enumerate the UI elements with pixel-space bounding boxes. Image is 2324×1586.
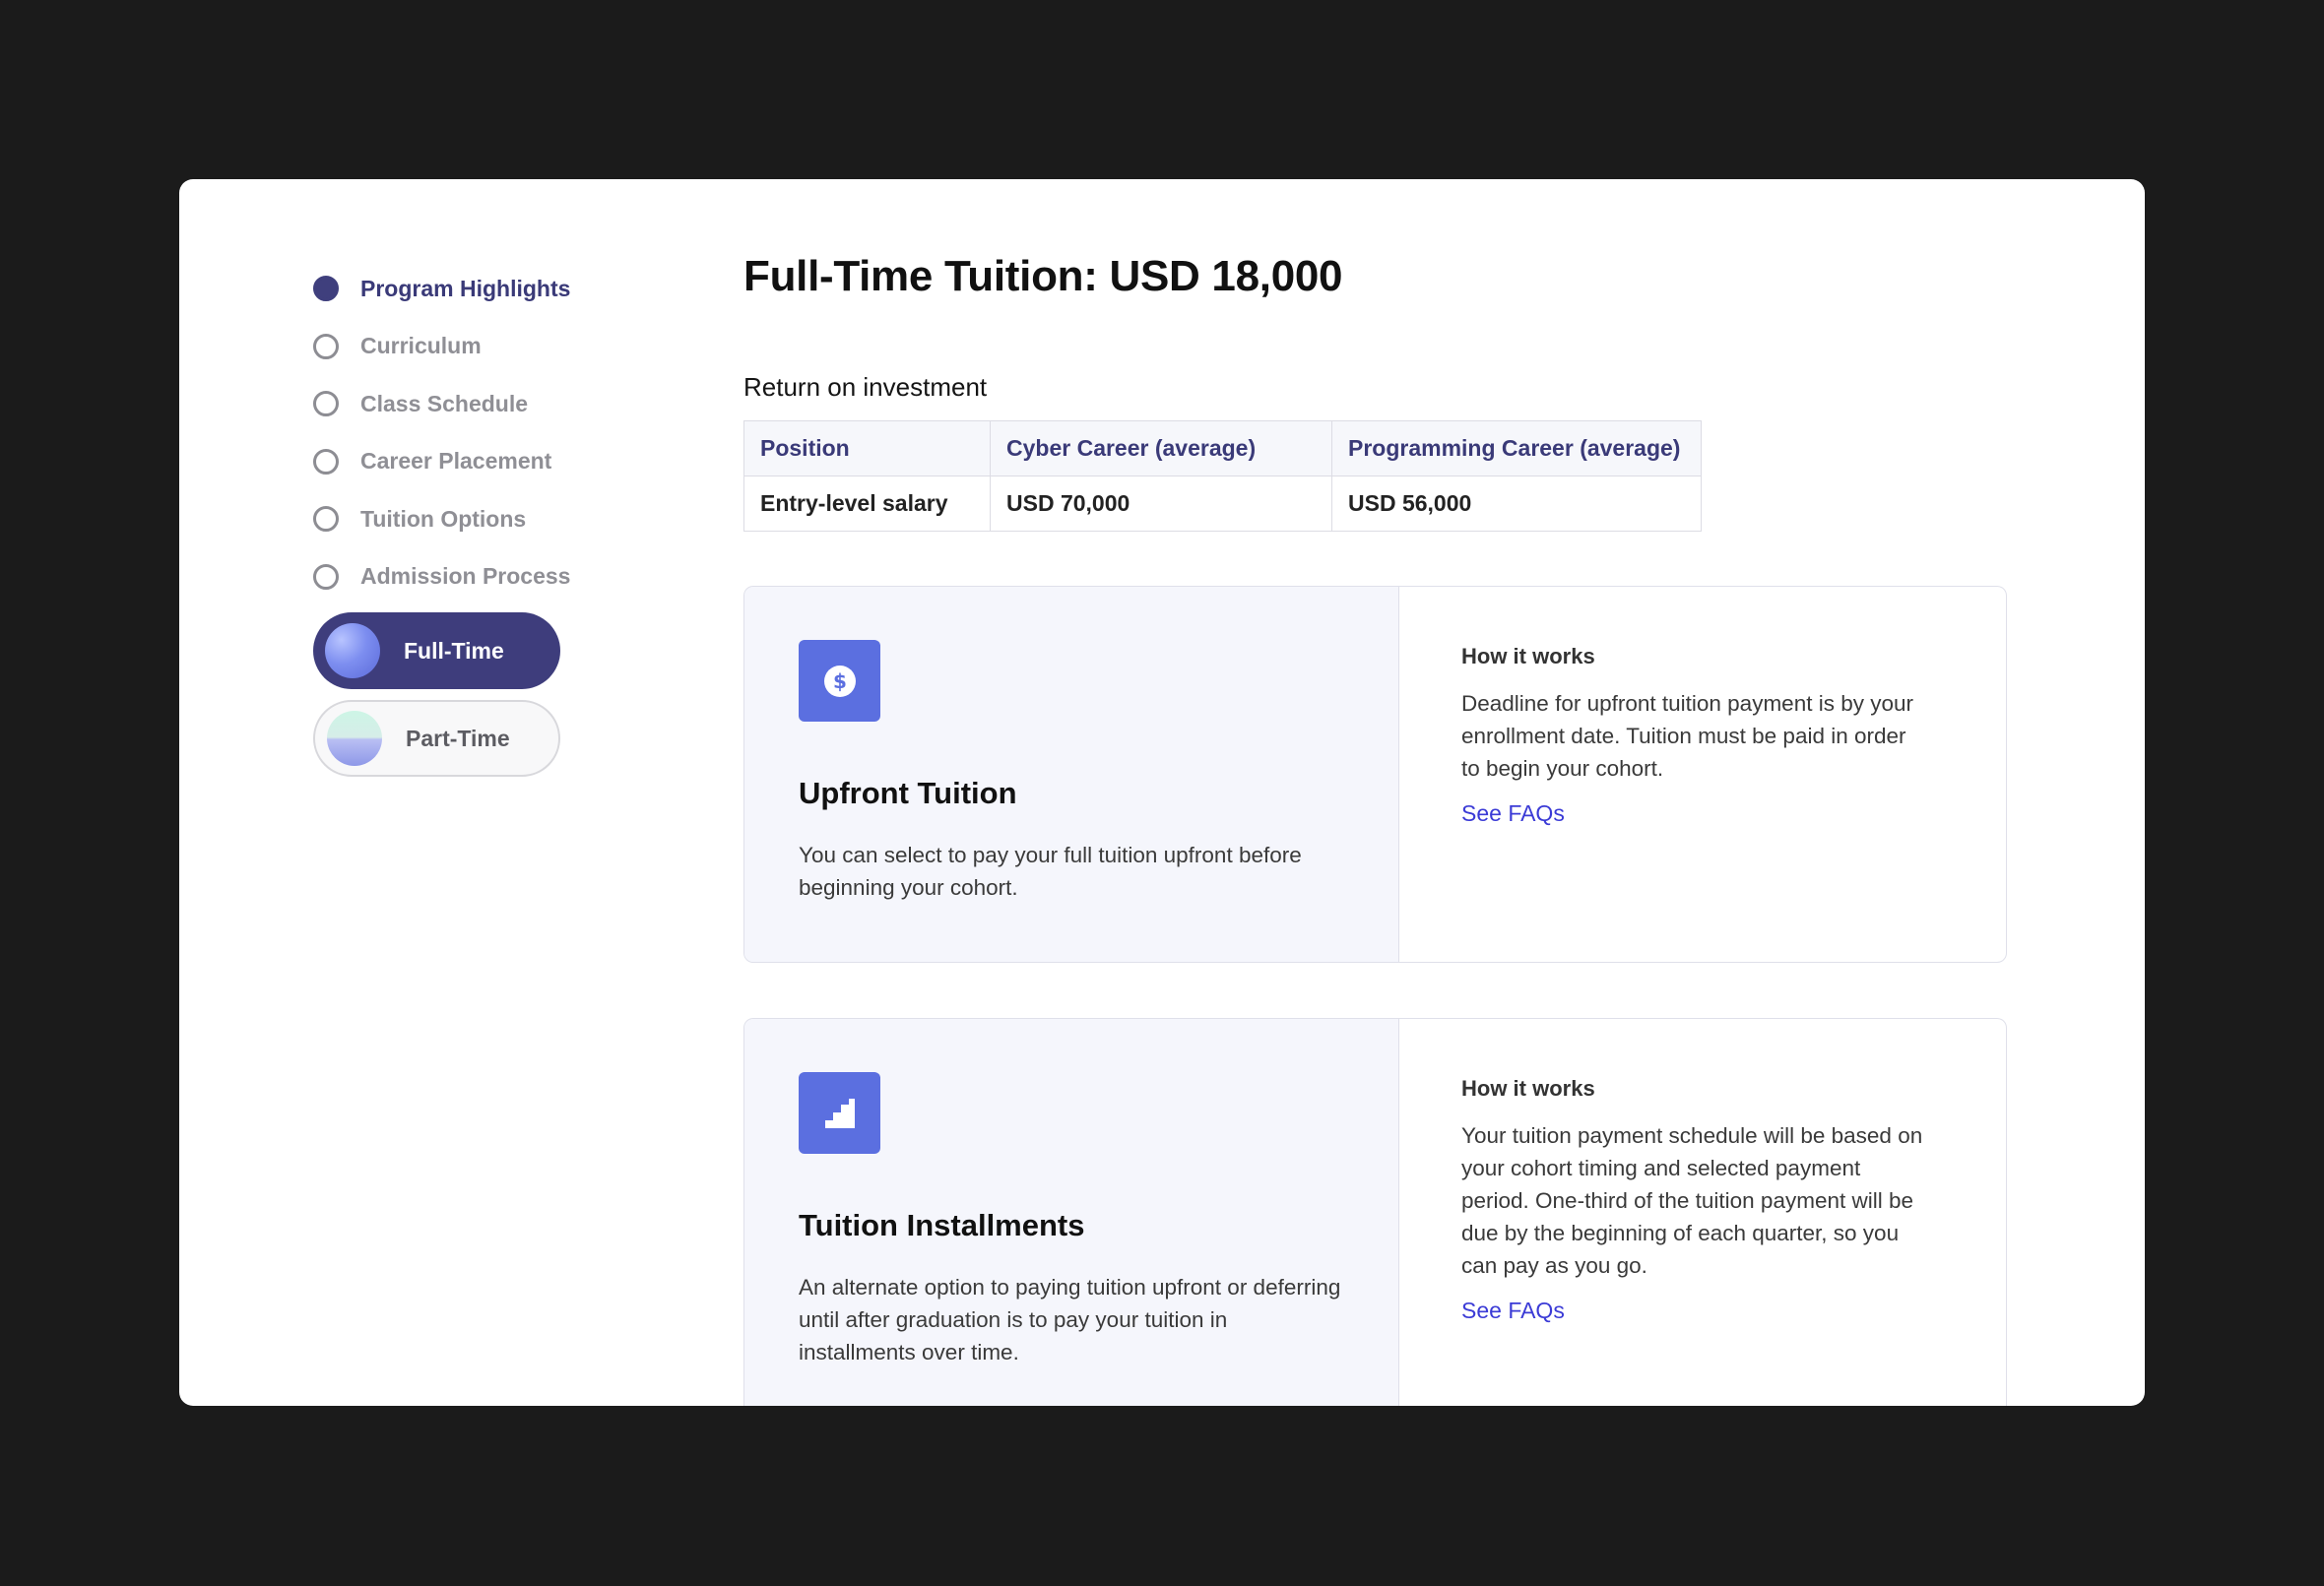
- nav-item-label: Career Placement: [360, 448, 552, 475]
- column-header: Position: [743, 420, 991, 476]
- card-summary: Tuition Installments An alternate option…: [744, 1019, 1399, 1406]
- section-nav: Program Highlights Curriculum Class Sche…: [313, 260, 570, 605]
- nav-dot-icon: [313, 563, 339, 590]
- roi-label: Return on investment: [743, 372, 988, 402]
- column-header: Programming Career (average): [1331, 420, 1702, 476]
- nav-dot-icon: [313, 448, 339, 475]
- full-time-toggle-button[interactable]: Full-Time: [313, 612, 560, 689]
- nav-dot-icon: [313, 506, 339, 533]
- table-cell: USD 70,000: [990, 476, 1332, 532]
- table-cell: Entry-level salary: [743, 476, 991, 532]
- nav-item-class-schedule[interactable]: Class Schedule: [313, 375, 570, 433]
- card-title: Tuition Installments: [799, 1208, 1085, 1242]
- table-row: Entry-level salary USD 70,000 USD 56,000: [743, 476, 1702, 532]
- how-it-works-text: Your tuition payment schedule will be ba…: [1461, 1123, 1923, 1278]
- see-faqs-link[interactable]: See FAQs: [1461, 800, 1565, 827]
- nav-item-label: Curriculum: [360, 333, 482, 359]
- stairs-icon: [799, 1072, 880, 1154]
- gradient-orb-icon: [325, 623, 380, 678]
- page-title: Full-Time Tuition: USD 18,000: [743, 252, 1343, 300]
- column-header: Cyber Career (average): [990, 420, 1332, 476]
- app-window: Program Highlights Curriculum Class Sche…: [179, 179, 2145, 1406]
- main-content: Full-Time Tuition: USD 18,000: [743, 252, 1343, 301]
- table-header-row: Position Cyber Career (average) Programm…: [743, 420, 1702, 476]
- nav-item-admission-process[interactable]: Admission Process: [313, 548, 570, 606]
- nav-item-label: Program Highlights: [360, 275, 571, 301]
- nav-item-label: Admission Process: [360, 563, 571, 590]
- half-orb-icon: [327, 711, 382, 766]
- card-details: How it works Your tuition payment schedu…: [1399, 1019, 2006, 1406]
- card-summary: $ Upfront Tuition You can select to pay …: [744, 587, 1399, 962]
- how-it-works-heading: How it works: [1461, 1076, 1595, 1101]
- how-it-works-text: Deadline for upfront tuition payment is …: [1461, 691, 1913, 781]
- part-time-toggle-button[interactable]: Part-Time: [313, 700, 560, 777]
- card-title: Upfront Tuition: [799, 776, 1017, 810]
- card-description: An alternate option to paying tuition up…: [799, 1275, 1341, 1364]
- nav-item-program-highlights[interactable]: Program Highlights: [313, 260, 570, 318]
- nav-item-career-placement[interactable]: Career Placement: [313, 433, 570, 491]
- upfront-tuition-card: $ Upfront Tuition You can select to pay …: [743, 586, 2007, 963]
- dollar-icon: $: [799, 640, 880, 722]
- how-it-works-heading: How it works: [1461, 644, 1595, 668]
- nav-item-label: Class Schedule: [360, 390, 529, 416]
- full-time-label: Full-Time: [404, 637, 504, 664]
- card-details: How it works Deadline for upfront tuitio…: [1399, 587, 2006, 962]
- nav-dot-filled-icon: [313, 276, 339, 302]
- roi-table: Position Cyber Career (average) Programm…: [743, 420, 1702, 532]
- table-cell: USD 56,000: [1331, 476, 1702, 532]
- card-description: You can select to pay your full tuition …: [799, 843, 1302, 900]
- svg-text:$: $: [833, 669, 847, 693]
- nav-item-label: Tuition Options: [360, 505, 527, 532]
- nav-item-tuition-options[interactable]: Tuition Options: [313, 490, 570, 548]
- nav-dot-icon: [313, 333, 339, 359]
- part-time-label: Part-Time: [406, 725, 510, 751]
- see-faqs-link[interactable]: See FAQs: [1461, 1298, 1565, 1324]
- tuition-installments-card: Tuition Installments An alternate option…: [743, 1018, 2007, 1406]
- nav-item-curriculum[interactable]: Curriculum: [313, 318, 570, 376]
- nav-dot-icon: [313, 391, 339, 417]
